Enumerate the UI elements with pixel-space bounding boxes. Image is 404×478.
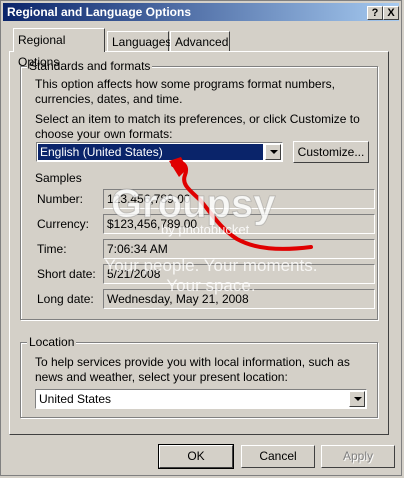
sample-long-date-value: Wednesday, May 21, 2008 [107,292,249,306]
sample-short-date: 5/21/2008 [103,264,375,284]
location-legend: Location [27,335,77,349]
samples-label: Samples [35,171,82,185]
tab-languages[interactable]: Languages [107,31,171,51]
sample-short-date-value: 5/21/2008 [107,267,161,281]
ok-button[interactable]: OK [158,444,234,469]
red-scribble-annotation [169,157,313,251]
tab-advanced[interactable]: Advanced [170,31,230,51]
window-title: Regional and Language Options [7,5,192,19]
sample-label-number: Number: [37,192,84,206]
close-button[interactable]: X [383,6,399,20]
location-description: To help services provide you with local … [35,355,350,384]
sample-label-long-date: Long date: [37,292,94,306]
help-button[interactable]: ? [367,6,383,20]
cancel-button[interactable]: Cancel [241,445,315,468]
sample-long-date: Wednesday, May 21, 2008 [103,289,375,309]
standards-description: This option affects how some programs fo… [35,77,335,106]
location-group: Location To help services provide you wi… [20,335,378,418]
sample-label-time: Time: [37,242,67,256]
location-dropdown[interactable]: United States [35,389,367,409]
tab-regional-options[interactable]: Regional Options [13,28,105,69]
format-select-prompt: Select an item to match its preferences,… [35,112,360,141]
chevron-down-icon[interactable] [349,391,365,407]
location-dropdown-value: United States [39,392,112,406]
dialog-window: Regional and Language Options ? X Region… [0,0,402,476]
sample-label-currency: Currency: [37,217,90,231]
apply-button[interactable]: Apply [321,445,395,468]
title-bar[interactable]: Regional and Language Options ? X [3,3,399,21]
sample-label-short-date: Short date: [37,267,96,281]
